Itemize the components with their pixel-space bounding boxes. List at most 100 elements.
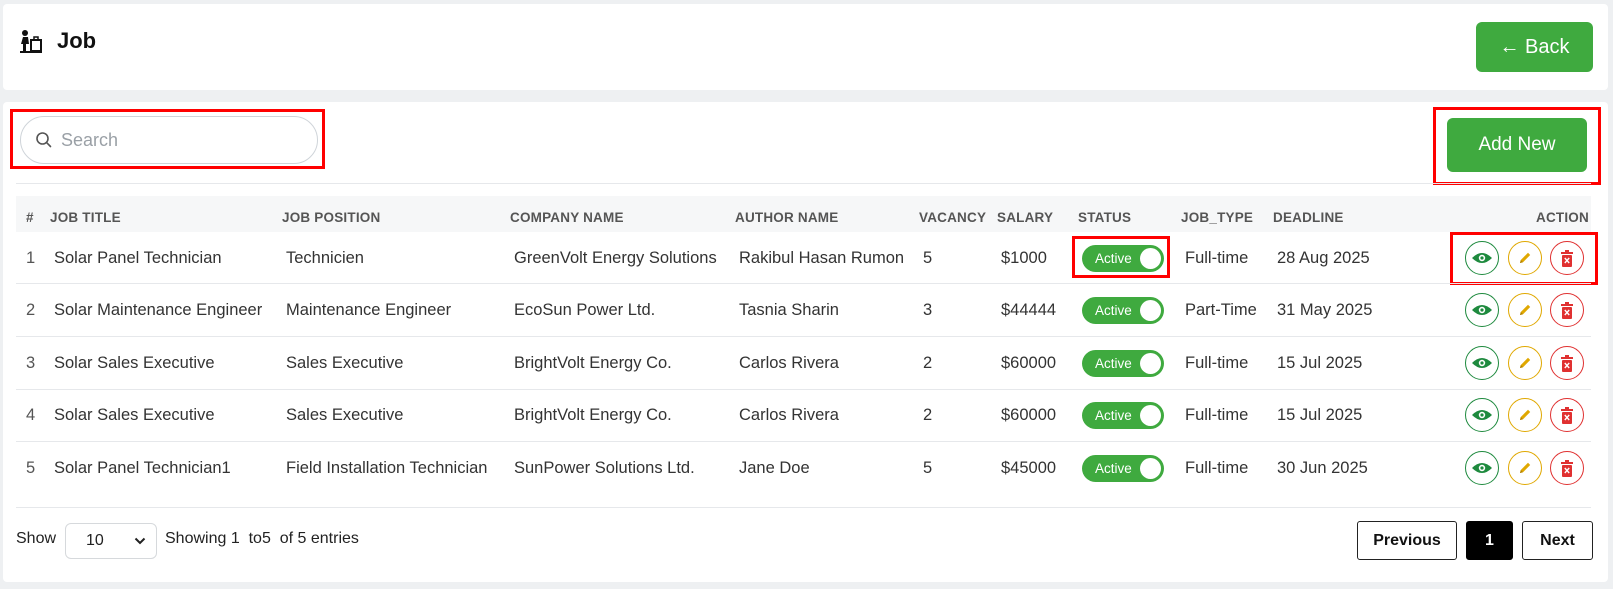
cell-deadline: 31 May 2025 <box>1277 301 1373 319</box>
cell-job-type: Full-time <box>1185 459 1249 477</box>
status-toggle[interactable]: Active <box>1082 245 1164 272</box>
col-header-job-position: JOB POSITION <box>282 210 381 225</box>
cell-company-name: BrightVolt Energy Co. <box>514 354 672 372</box>
col-header-job-type: JOB_TYPE <box>1181 210 1254 225</box>
delete-button[interactable] <box>1550 451 1584 485</box>
toggle-knob <box>1140 405 1161 426</box>
delete-button[interactable] <box>1550 398 1584 432</box>
view-button[interactable] <box>1465 451 1499 485</box>
page-title: Job <box>57 28 97 53</box>
edit-button[interactable] <box>1508 346 1542 380</box>
eye-icon <box>1472 410 1492 420</box>
cell-job-title: Solar Panel Technician <box>54 249 222 267</box>
delete-button[interactable] <box>1550 241 1584 275</box>
status-label: Active <box>1095 251 1132 266</box>
cell-salary: $60000 <box>1001 354 1057 372</box>
delete-button[interactable] <box>1550 293 1584 327</box>
cell-deadline: 28 Aug 2025 <box>1277 249 1370 267</box>
col-header-vacancy: VACANCY <box>919 210 987 225</box>
search-icon <box>36 132 52 148</box>
status-toggle[interactable]: Active <box>1082 402 1164 429</box>
status-label: Active <box>1095 408 1132 423</box>
cell-company-name: BrightVolt Energy Co. <box>514 406 672 424</box>
page-size-select[interactable]: 10 <box>65 523 157 559</box>
status-toggle[interactable]: Active <box>1082 350 1164 377</box>
cell-index: 3 <box>26 354 36 372</box>
cell-job-title: Solar Panel Technician1 <box>54 459 231 477</box>
trash-icon <box>1561 249 1573 267</box>
row-divider <box>16 283 1591 284</box>
cell-job-type: Full-time <box>1185 406 1249 424</box>
cell-deadline: 15 Jul 2025 <box>1277 406 1363 424</box>
cell-index: 1 <box>26 249 36 267</box>
status-toggle[interactable]: Active <box>1082 297 1164 324</box>
toggle-knob <box>1140 353 1161 374</box>
cell-job-title: Solar Sales Executive <box>54 354 215 372</box>
header-card <box>3 4 1608 90</box>
page-1-button[interactable]: 1 <box>1466 521 1513 560</box>
cell-job-position: Technicien <box>286 249 364 267</box>
view-button[interactable] <box>1465 241 1499 275</box>
col-header-job-title: JOB TITLE <box>50 210 121 225</box>
cell-vacancy: 5 <box>923 459 933 477</box>
pencil-icon <box>1520 252 1531 263</box>
table-bottom-divider <box>16 507 1591 508</box>
cell-job-position: Sales Executive <box>286 354 404 372</box>
cell-author-name: Jane Doe <box>739 459 810 477</box>
toggle-knob <box>1140 300 1161 321</box>
trash-icon <box>1561 459 1573 477</box>
cell-salary: $60000 <box>1001 406 1057 424</box>
status-label: Active <box>1095 356 1132 371</box>
cell-index: 4 <box>26 406 36 424</box>
col-header-deadline: DEADLINE <box>1273 210 1344 225</box>
cell-job-position: Sales Executive <box>286 406 404 424</box>
trash-icon <box>1561 406 1573 424</box>
search-box[interactable] <box>20 116 318 164</box>
status-toggle[interactable]: Active <box>1082 455 1164 482</box>
cell-vacancy: 5 <box>923 249 933 267</box>
status-label: Active <box>1095 461 1132 476</box>
row-divider <box>16 336 1591 337</box>
toolbar-divider <box>16 183 1591 184</box>
search-input[interactable] <box>61 129 301 151</box>
edit-button[interactable] <box>1508 241 1542 275</box>
cell-deadline: 15 Jul 2025 <box>1277 354 1363 372</box>
show-label: Show <box>16 530 57 547</box>
eye-icon <box>1472 358 1492 368</box>
eye-icon <box>1472 305 1492 315</box>
col-header-index: # <box>26 210 34 225</box>
next-button[interactable]: Next <box>1522 521 1593 560</box>
cell-salary: $1000 <box>1001 249 1047 267</box>
edit-button[interactable] <box>1508 293 1542 327</box>
edit-button[interactable] <box>1508 398 1542 432</box>
col-header-author-name: AUTHOR NAME <box>735 210 839 225</box>
delete-button[interactable] <box>1550 346 1584 380</box>
cell-author-name: Rakibul Hasan Rumon <box>739 249 905 267</box>
col-header-action: ACTION <box>1536 210 1589 225</box>
cell-vacancy: 3 <box>923 301 933 319</box>
cell-job-title: Solar Maintenance Engineer <box>54 301 263 319</box>
pencil-icon <box>1520 304 1531 315</box>
cell-company-name: SunPower Solutions Ltd. <box>514 459 695 477</box>
view-button[interactable] <box>1465 398 1499 432</box>
cell-vacancy: 2 <box>923 406 933 424</box>
cell-job-position: Field Installation Technician <box>286 459 488 477</box>
add-new-button[interactable]: Add New <box>1447 118 1587 172</box>
row-divider <box>16 441 1591 442</box>
edit-button[interactable] <box>1508 451 1542 485</box>
pencil-icon <box>1520 462 1531 473</box>
eye-icon <box>1472 463 1492 473</box>
cell-index: 2 <box>26 301 36 319</box>
main-card <box>3 102 1608 582</box>
pencil-icon <box>1520 357 1531 368</box>
col-header-salary: SALARY <box>997 210 1054 225</box>
cell-job-type: Full-time <box>1185 249 1249 267</box>
cell-author-name: Carlos Rivera <box>739 406 839 424</box>
previous-button[interactable]: Previous <box>1357 521 1457 560</box>
view-button[interactable] <box>1465 346 1499 380</box>
back-button[interactable]: ← Back <box>1476 22 1593 72</box>
cell-salary: $45000 <box>1001 459 1057 477</box>
view-button[interactable] <box>1465 293 1499 327</box>
row-divider <box>16 389 1591 390</box>
cell-company-name: GreenVolt Energy Solutions <box>514 249 717 267</box>
